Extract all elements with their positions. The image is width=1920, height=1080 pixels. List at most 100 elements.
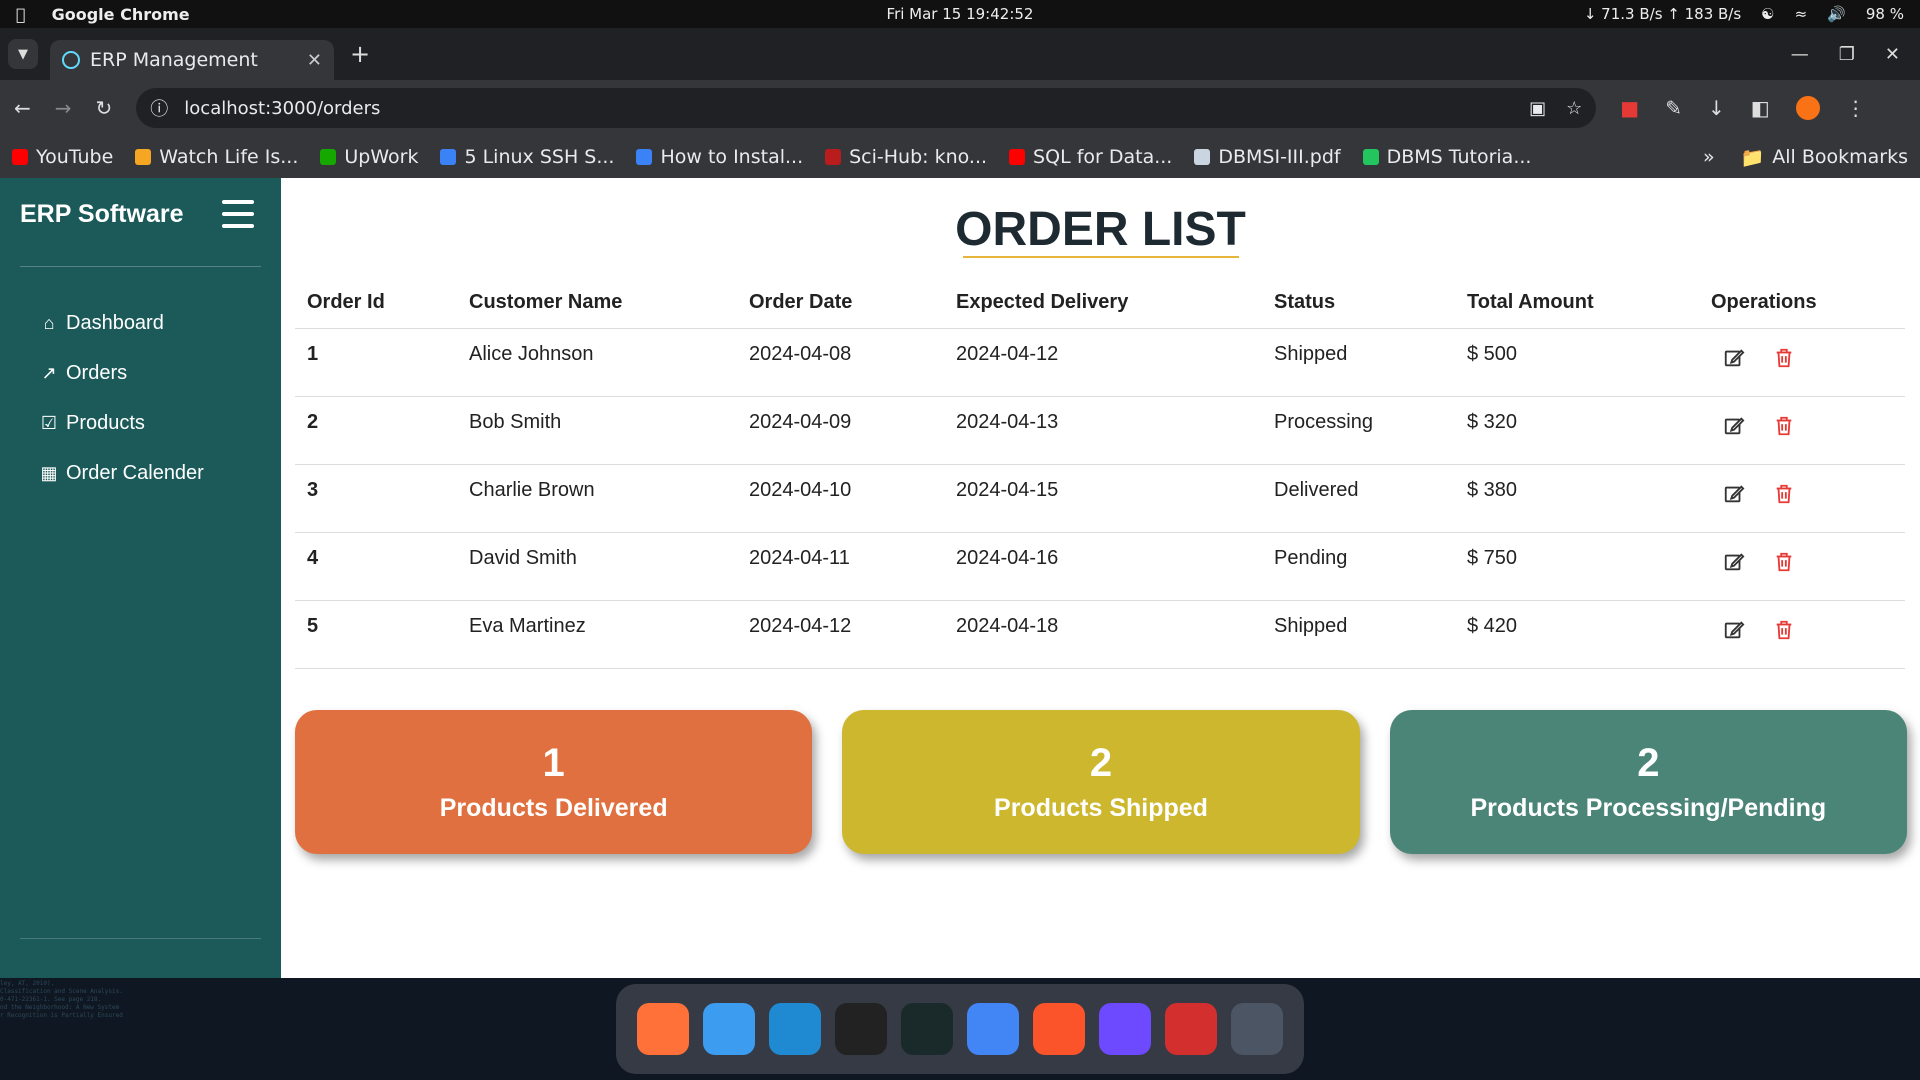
- bookmark-item[interactable]: DBMSI-III.pdf: [1194, 146, 1341, 168]
- cell-amount: $ 420: [1455, 600, 1699, 669]
- sidebar-item-products[interactable]: ☑ Products: [40, 398, 204, 448]
- battery-level[interactable]: 98 %: [1866, 5, 1904, 23]
- column-header: Expected Delivery: [944, 278, 1262, 329]
- bookmark-label: UpWork: [344, 146, 419, 168]
- bookmark-item[interactable]: Sci-Hub: kno...: [825, 146, 987, 168]
- edit-icon[interactable]: [1723, 415, 1745, 437]
- edit-icon[interactable]: [1723, 551, 1745, 573]
- acrobat-icon[interactable]: [1165, 1003, 1217, 1055]
- active-app-name[interactable]: Google Chrome: [52, 5, 190, 24]
- sidebar-divider: [20, 266, 261, 267]
- system-monitor-icon[interactable]: [901, 1003, 953, 1055]
- all-bookmarks-button[interactable]: 📁 All Bookmarks: [1741, 146, 1908, 169]
- bookmark-label: YouTube: [36, 146, 114, 168]
- column-header: Customer Name: [457, 278, 737, 329]
- cell-customer: Eva Martinez: [457, 600, 737, 669]
- cell-status: Pending: [1262, 532, 1455, 601]
- url-text[interactable]: localhost:3000/orders: [184, 98, 380, 119]
- sidebar-item-dashboard[interactable]: ⌂ Dashboard: [40, 298, 204, 348]
- orders-table-body: 1 Alice Johnson 2024-04-08 2024-04-12 Shippe…: [295, 328, 1905, 669]
- bookmark-item[interactable]: UpWork: [320, 146, 418, 168]
- bookmark-item[interactable]: SQL for Data...: [1009, 146, 1172, 168]
- sidebar-item-label: Order Calender: [66, 461, 204, 484]
- back-icon[interactable]: ←: [14, 96, 31, 120]
- bookmark-star-icon[interactable]: ☆: [1566, 98, 1582, 119]
- vscode-icon[interactable]: [769, 1003, 821, 1055]
- bookmark-item[interactable]: Watch Life Is...: [135, 146, 298, 168]
- cell-order-date: 2024-04-09: [737, 396, 944, 465]
- sidebar-divider-bottom: [20, 938, 261, 939]
- app-grid-icon[interactable]: [1231, 1003, 1283, 1055]
- volume-icon[interactable]: 🔊: [1827, 5, 1846, 23]
- sidebar-item-order-calender[interactable]: ▦ Order Calender: [40, 448, 204, 498]
- dock: [616, 984, 1304, 1074]
- hamburger-menu-icon[interactable]: [222, 200, 254, 228]
- brave-icon[interactable]: [1033, 1003, 1085, 1055]
- delete-icon[interactable]: [1773, 415, 1795, 437]
- bookmark-label: Watch Life Is...: [159, 146, 299, 168]
- bookmark-item[interactable]: YouTube: [12, 146, 113, 168]
- chrome-icon[interactable]: [967, 1003, 1019, 1055]
- side-panel-icon[interactable]: ◧: [1751, 96, 1770, 120]
- extension-icon[interactable]: ■: [1620, 96, 1639, 120]
- cell-operations: [1699, 600, 1905, 669]
- tab-search-button[interactable]: ▼: [8, 39, 38, 69]
- delete-icon[interactable]: [1773, 619, 1795, 641]
- bookmark-item[interactable]: DBMS Tutoria...: [1362, 146, 1531, 168]
- sidebar-item-label: Dashboard: [66, 311, 164, 334]
- wifi-icon[interactable]: ≈: [1795, 5, 1808, 23]
- cell-order-date: 2024-04-10: [737, 464, 944, 533]
- address-bar[interactable]: ⓘ localhost:3000/orders ▣ ☆: [136, 88, 1597, 128]
- delete-icon[interactable]: [1773, 551, 1795, 573]
- card-value: 2: [1089, 741, 1113, 785]
- cell-delivery: 2024-04-15: [944, 464, 1262, 533]
- extensions-puzzle-icon[interactable]: ✎: [1665, 96, 1682, 120]
- cell-id: 3: [295, 464, 457, 533]
- terminal-icon[interactable]: [835, 1003, 887, 1055]
- more-bookmarks-icon[interactable]: »: [1703, 146, 1715, 168]
- cell-status: Processing: [1262, 396, 1455, 465]
- edit-icon[interactable]: [1723, 347, 1745, 369]
- install-app-icon[interactable]: ▣: [1529, 98, 1546, 119]
- column-header: Operations: [1699, 278, 1905, 329]
- forward-icon[interactable]: →: [55, 96, 72, 120]
- card-label: Products Processing/Pending: [1470, 794, 1827, 822]
- site-info-icon[interactable]: ⓘ: [150, 95, 168, 121]
- main-content: ORDER LIST Order Id Customer Name Order Da…: [281, 178, 1920, 978]
- apple-icon[interactable]: : [16, 5, 26, 24]
- row-operations: [1711, 407, 1905, 437]
- finder-icon[interactable]: [703, 1003, 755, 1055]
- tab-title: ERP Management: [90, 49, 258, 71]
- close-tab-icon[interactable]: ✕: [307, 50, 322, 71]
- download-icon[interactable]: ↓: [1708, 96, 1725, 120]
- sidebar-item-label: Orders: [66, 361, 128, 384]
- bookmark-item[interactable]: 5 Linux SSH S...: [440, 146, 614, 168]
- delete-icon[interactable]: [1773, 347, 1795, 369]
- firefox-icon[interactable]: [637, 1003, 689, 1055]
- cell-customer: Charlie Brown: [457, 464, 737, 533]
- bookmark-item[interactable]: How to Instal...: [636, 146, 803, 168]
- delete-icon[interactable]: [1773, 483, 1795, 505]
- summary-cards: 1 Products Delivered 2 Products Shipped 2 Pro…: [295, 710, 1907, 854]
- cell-operations: [1699, 396, 1905, 465]
- sidebar-item-orders[interactable]: ↗ Orders: [40, 348, 204, 398]
- minimize-icon[interactable]: —: [1791, 44, 1809, 65]
- card-value: 1: [542, 741, 565, 785]
- calendar-icon: ▦: [40, 462, 58, 483]
- new-tab-button[interactable]: +: [350, 40, 370, 68]
- edit-icon[interactable]: [1723, 483, 1745, 505]
- profile-avatar[interactable]: [1795, 96, 1820, 120]
- menu-kebab-icon[interactable]: ⋮: [1846, 96, 1866, 120]
- cell-status: Delivered: [1262, 464, 1455, 533]
- accessibility-icon[interactable]: ☯: [1761, 5, 1774, 23]
- edit-icon[interactable]: [1723, 619, 1745, 641]
- cell-order-date: 2024-04-11: [737, 532, 944, 601]
- restore-icon[interactable]: ❐: [1839, 44, 1855, 65]
- bookmark-label: How to Instal...: [660, 146, 804, 168]
- reload-icon[interactable]: ↻: [96, 96, 113, 120]
- bookmark-favicon-icon: [1362, 149, 1379, 165]
- tab-erp-management[interactable]: ERP Management ✕: [50, 40, 334, 80]
- close-window-icon[interactable]: ✕: [1885, 44, 1900, 65]
- card-value: 2: [1637, 741, 1660, 785]
- proton-vpn-icon[interactable]: [1099, 1003, 1151, 1055]
